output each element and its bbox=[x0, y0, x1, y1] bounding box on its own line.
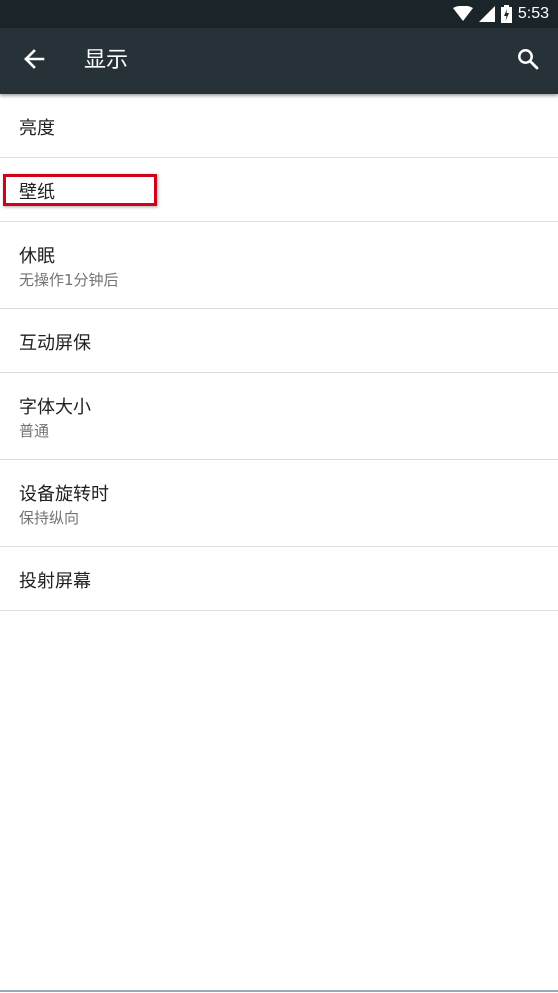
setting-wallpaper[interactable]: 壁纸 bbox=[0, 158, 558, 222]
setting-title: 亮度 bbox=[19, 118, 55, 139]
setting-brightness[interactable]: 亮度 bbox=[0, 94, 558, 158]
back-button[interactable] bbox=[10, 37, 58, 85]
status-time: 5:53 bbox=[517, 5, 549, 22]
setting-sleep[interactable]: 休眠 无操作1分钟后 bbox=[0, 222, 558, 309]
setting-summary: 无操作1分钟后 bbox=[19, 271, 119, 289]
setting-font-size[interactable]: 字体大小 普通 bbox=[0, 373, 558, 460]
app-bar: 显示 bbox=[0, 28, 558, 94]
search-button[interactable] bbox=[504, 37, 552, 85]
setting-title: 字体大小 bbox=[19, 397, 91, 418]
setting-title: 互动屏保 bbox=[19, 333, 91, 354]
setting-title: 休眠 bbox=[19, 246, 55, 267]
status-bar: 5:53 bbox=[0, 0, 558, 28]
setting-title: 设备旋转时 bbox=[19, 484, 109, 505]
setting-rotation[interactable]: 设备旋转时 保持纵向 bbox=[0, 460, 558, 547]
signal-icon bbox=[478, 6, 495, 22]
settings-list: 亮度 壁纸 休眠 无操作1分钟后 互动屏保 字体大小 普通 设备旋转时 保持纵向… bbox=[0, 94, 558, 611]
setting-summary: 保持纵向 bbox=[19, 509, 80, 527]
setting-daydream[interactable]: 互动屏保 bbox=[0, 309, 558, 373]
setting-cast-screen[interactable]: 投射屏幕 bbox=[0, 547, 558, 611]
arrow-left-icon bbox=[23, 49, 45, 73]
setting-title: 投射屏幕 bbox=[19, 571, 91, 592]
page-title: 显示 bbox=[84, 48, 129, 73]
wifi-icon bbox=[452, 6, 473, 22]
setting-title: 壁纸 bbox=[19, 182, 55, 203]
bottom-divider bbox=[0, 990, 558, 992]
battery-charging-icon bbox=[500, 5, 512, 23]
setting-summary: 普通 bbox=[19, 422, 50, 440]
search-icon bbox=[517, 48, 539, 74]
